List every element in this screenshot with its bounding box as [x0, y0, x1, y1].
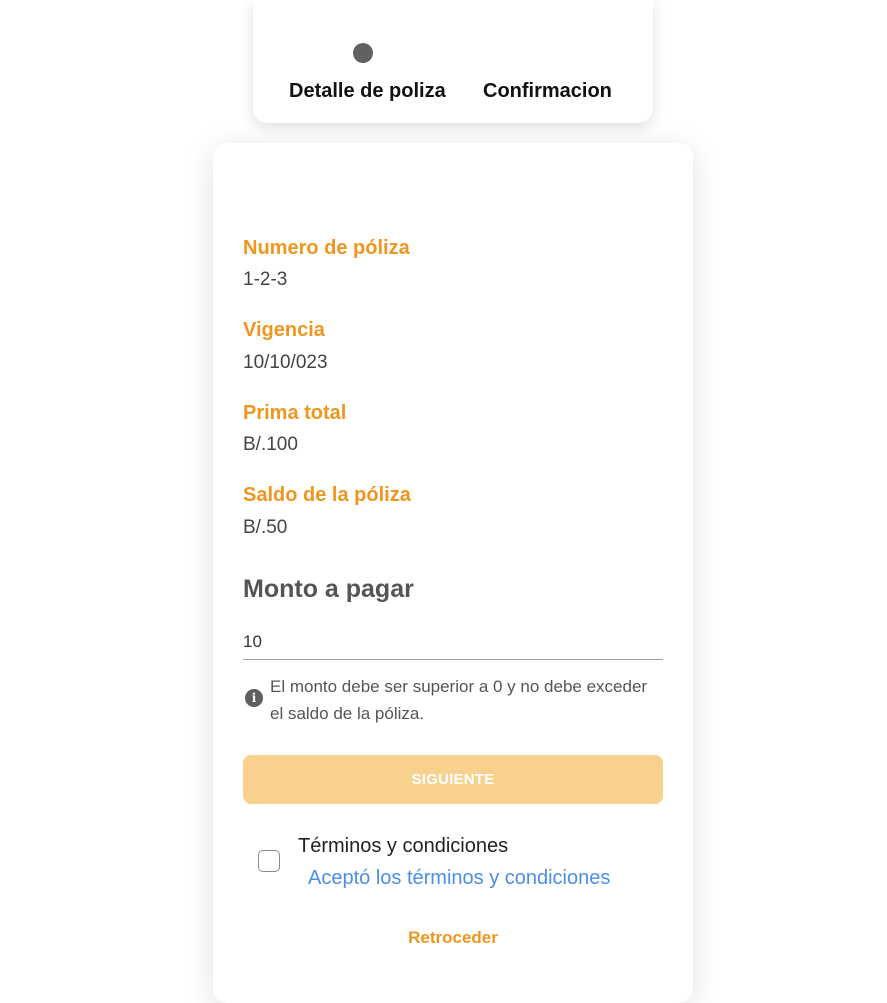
- next-button[interactable]: SIGUIENTE: [243, 755, 663, 804]
- policy-balance-value: B/.50: [243, 517, 288, 538]
- amount-hint-text: El monto debe ser superior a 0 y no debe…: [270, 677, 648, 723]
- terms-checkbox[interactable]: [258, 850, 280, 872]
- policy-number-label: Numero de póliza: [243, 237, 410, 259]
- amount-to-pay-title: Monto a pagar: [243, 575, 414, 603]
- terms-title: Términos y condiciones: [298, 835, 509, 857]
- active-step-indicator-icon: [353, 43, 373, 63]
- info-icon: i: [245, 689, 263, 707]
- policy-balance-label: Saldo de la póliza: [243, 484, 411, 506]
- step-confirmacion: Confirmacion: [483, 80, 612, 102]
- terms-link[interactable]: Aceptó los términos y condiciones: [308, 867, 610, 890]
- policy-number-value: 1-2-3: [243, 269, 288, 290]
- back-button[interactable]: Retroceder: [213, 928, 693, 948]
- validity-value: 10/10/023: [243, 352, 328, 373]
- validity-label: Vigencia: [243, 319, 325, 341]
- policy-payment-card: Numero de póliza 1-2-3 Vigencia 10/10/02…: [213, 143, 693, 1003]
- total-premium-value: B/.100: [243, 434, 298, 455]
- amount-input[interactable]: [243, 625, 663, 660]
- step-detalle-de-poliza: Detalle de poliza: [289, 80, 446, 102]
- stepper: Detalle de poliza Confirmacion: [253, 0, 653, 123]
- total-premium-label: Prima total: [243, 402, 347, 424]
